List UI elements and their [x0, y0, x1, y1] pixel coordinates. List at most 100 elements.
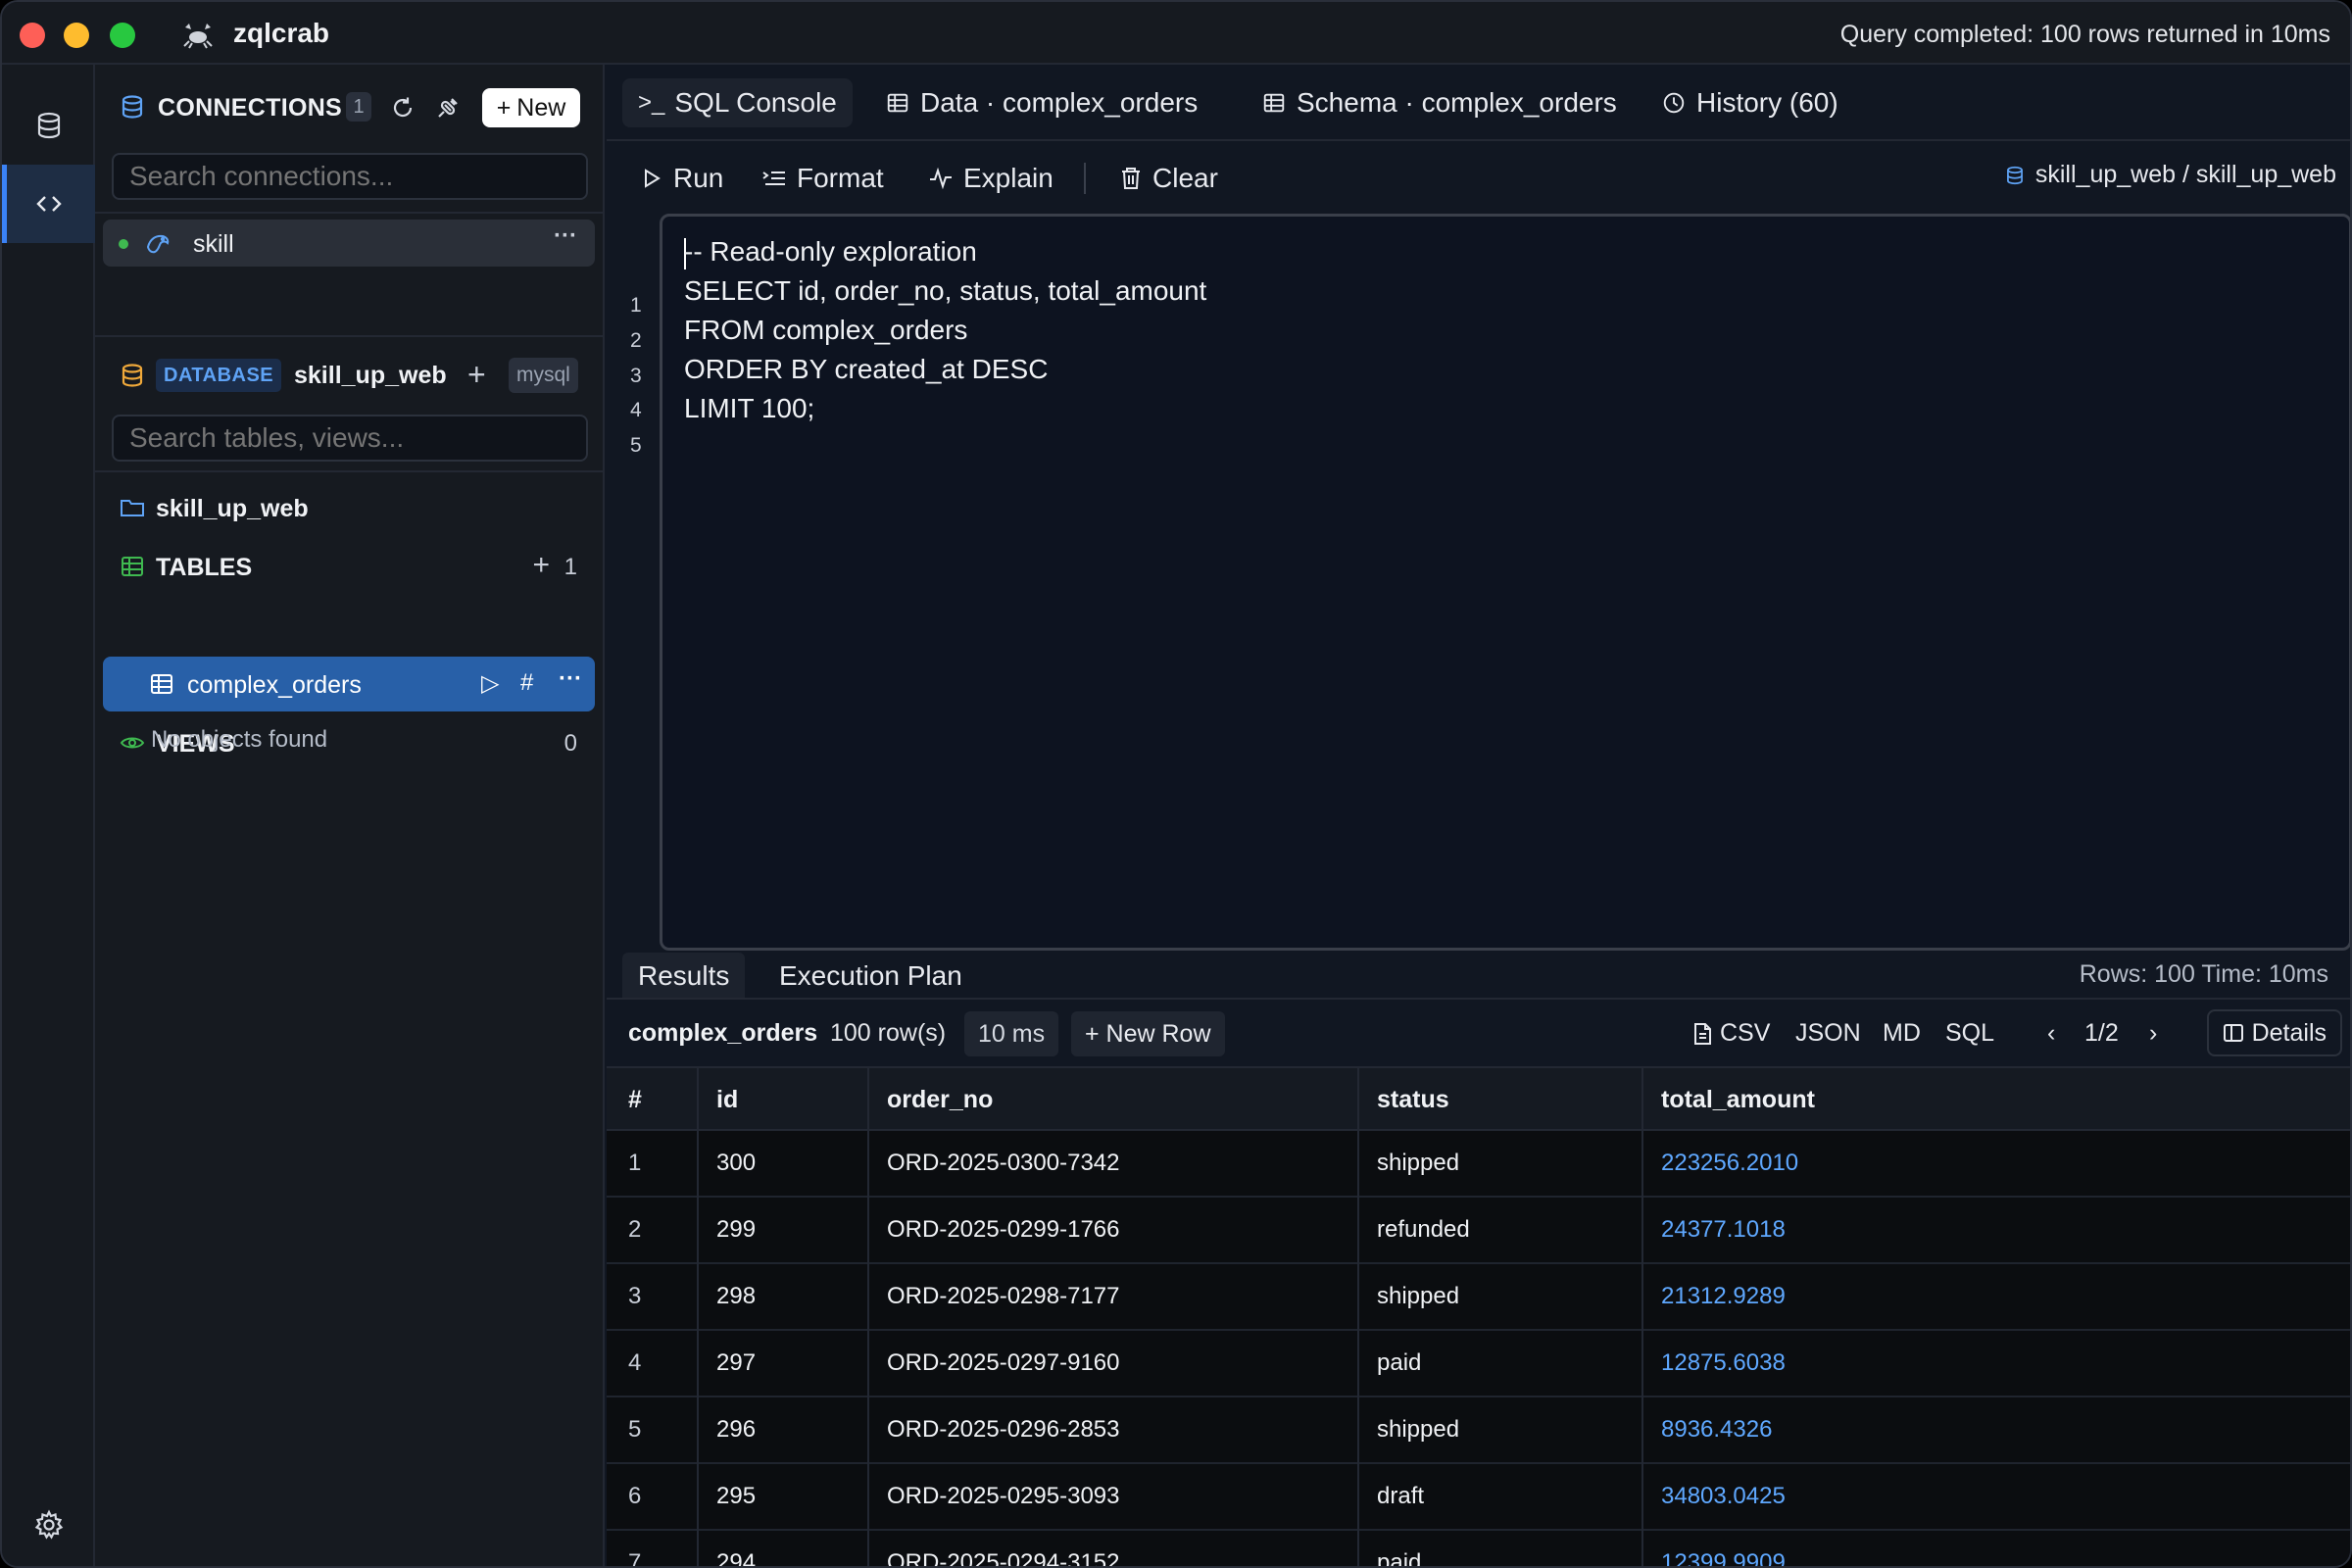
- code-line: FROM complex_orders: [684, 315, 968, 345]
- tab-execution-plan[interactable]: Execution Plan: [763, 953, 978, 998]
- title-bar: zqlcrab Query completed: 100 rows return…: [2, 2, 2350, 65]
- export-sql-button[interactable]: SQL: [1945, 1019, 1994, 1048]
- code-line: SELECT id, order_no, status, total_amoun…: [684, 275, 1207, 306]
- add-database-button[interactable]: +: [467, 357, 486, 393]
- result-toolbar: complex_orders 100 row(s) 10 ms + New Ro…: [607, 1000, 2350, 1068]
- minimize-window-button[interactable]: [64, 23, 89, 48]
- row-number: 6: [628, 1483, 642, 1509]
- connection-more-button[interactable]: ···: [548, 224, 583, 255]
- table-cell[interactable]: ORD-2025-0294-3152: [887, 1531, 1119, 1566]
- table-cell[interactable]: 294: [716, 1531, 756, 1566]
- tab-schema[interactable]: Schema · complex_orders: [1246, 78, 1633, 127]
- table-cell[interactable]: 34803.0425: [1661, 1464, 1786, 1529]
- close-window-button[interactable]: [20, 23, 45, 48]
- search-tables-input[interactable]: [112, 415, 588, 462]
- code-area[interactable]: -- Read-only exploration SELECT id, orde…: [660, 214, 2350, 951]
- table-cell[interactable]: draft: [1377, 1464, 1424, 1529]
- previous-page-button[interactable]: ‹: [2047, 1019, 2055, 1048]
- table-cell[interactable]: shipped: [1377, 1131, 1459, 1196]
- table-cell[interactable]: ORD-2025-0300-7342: [887, 1131, 1119, 1196]
- format-button[interactable]: Format: [761, 159, 884, 198]
- table-cell[interactable]: 298: [716, 1264, 756, 1329]
- column-separator[interactable]: [867, 1068, 869, 1566]
- column-header[interactable]: id: [716, 1068, 738, 1131]
- result-table-name: complex_orders: [628, 1019, 818, 1047]
- refresh-connections-button[interactable]: [387, 92, 418, 123]
- column-separator[interactable]: [697, 1068, 699, 1566]
- current-database-indicator[interactable]: skill_up_web / skill_up_web: [2004, 161, 2336, 189]
- panel-icon: [2223, 1024, 2243, 1042]
- tables-group[interactable]: TABLES + 1: [95, 543, 605, 590]
- run-button[interactable]: Run: [640, 159, 723, 198]
- tab-data[interactable]: Data · complex_orders: [869, 78, 1213, 127]
- database-icon: [122, 95, 143, 119]
- table-cell[interactable]: 295: [716, 1464, 756, 1529]
- line-number: 5: [630, 434, 642, 457]
- activity-database-button[interactable]: [2, 86, 95, 165]
- table-cell[interactable]: 8936.4326: [1661, 1397, 1772, 1462]
- column-header: #: [628, 1086, 642, 1113]
- schema-item[interactable]: skill_up_web: [95, 484, 605, 531]
- connections-title: CONNECTIONS: [158, 94, 343, 122]
- table-item-complex-orders[interactable]: complex_orders ▷ # ···: [103, 657, 595, 711]
- run-table-play-icon[interactable]: ▷: [481, 669, 499, 698]
- database-icon: [122, 364, 143, 387]
- table-cell[interactable]: 297: [716, 1331, 756, 1396]
- table-cell[interactable]: ORD-2025-0295-3093: [887, 1464, 1119, 1529]
- table-cell[interactable]: ORD-2025-0297-9160: [887, 1331, 1119, 1396]
- column-header[interactable]: total_amount: [1661, 1068, 1815, 1131]
- sidebar: CONNECTIONS 1 + New Search connections..…: [95, 65, 605, 1566]
- activity-sql-console-button[interactable]: [2, 165, 95, 243]
- connection-item-skill[interactable]: skill ···: [103, 220, 595, 267]
- table-cell[interactable]: ORD-2025-0299-1766: [887, 1198, 1119, 1262]
- tab-label: Schema · complex_orders: [1297, 87, 1617, 118]
- table-cell[interactable]: shipped: [1377, 1264, 1459, 1329]
- next-page-button[interactable]: ›: [2149, 1019, 2157, 1048]
- settings-button[interactable]: [2, 1486, 95, 1564]
- tab-results[interactable]: Results: [622, 953, 746, 998]
- table-cell[interactable]: 300: [716, 1131, 756, 1196]
- tab-sql-console[interactable]: >_ SQL Console: [622, 78, 853, 127]
- table-cell[interactable]: ORD-2025-0298-7177: [887, 1264, 1119, 1329]
- table-cell[interactable]: paid: [1377, 1531, 1421, 1566]
- column-separator[interactable]: [1357, 1068, 1359, 1566]
- table-cell[interactable]: 21312.9289: [1661, 1264, 1786, 1329]
- column-separator[interactable]: [1642, 1068, 1643, 1566]
- column-header[interactable]: order_no: [887, 1068, 993, 1131]
- connect-button[interactable]: [432, 92, 464, 123]
- result-row-count: 100 row(s): [830, 1019, 947, 1047]
- table-cell[interactable]: shipped: [1377, 1397, 1459, 1462]
- table-cell[interactable]: 12875.6038: [1661, 1331, 1786, 1396]
- new-row-button[interactable]: + New Row: [1071, 1011, 1225, 1056]
- table-hash-button[interactable]: #: [520, 669, 533, 697]
- export-json-button[interactable]: JSON: [1795, 1019, 1861, 1048]
- clear-button[interactable]: Clear: [1119, 159, 1218, 198]
- table-cell[interactable]: ORD-2025-0296-2853: [887, 1397, 1119, 1462]
- table-cell[interactable]: 223256.2010: [1661, 1131, 1798, 1196]
- schema-name: skill_up_web: [156, 495, 309, 522]
- export-md-button[interactable]: MD: [1883, 1019, 1921, 1048]
- new-connection-button[interactable]: + New: [482, 88, 580, 127]
- sql-editor[interactable]: 1 2 3 4 5 -- Read-only exploration SELEC…: [607, 214, 2350, 951]
- details-button[interactable]: Details: [2206, 1009, 2342, 1056]
- table-cell[interactable]: 24377.1018: [1661, 1198, 1786, 1262]
- table-cell[interactable]: paid: [1377, 1331, 1421, 1396]
- column-header[interactable]: status: [1377, 1068, 1449, 1131]
- add-table-button[interactable]: +: [532, 549, 550, 582]
- export-csv-button[interactable]: CSV: [1692, 1019, 1770, 1048]
- line-number-gutter: 1 2 3 4 5: [607, 214, 658, 951]
- table-cell[interactable]: refunded: [1377, 1198, 1470, 1262]
- views-count: 0: [564, 730, 577, 757]
- explain-button[interactable]: Explain: [928, 159, 1054, 198]
- table-cell[interactable]: 296: [716, 1397, 756, 1462]
- line-number: 1: [630, 294, 642, 317]
- table-cell[interactable]: 12399.9909: [1661, 1531, 1786, 1566]
- table-more-button[interactable]: ···: [553, 667, 588, 698]
- table-icon: [151, 674, 172, 694]
- refresh-icon: [393, 97, 413, 118]
- maximize-window-button[interactable]: [110, 23, 135, 48]
- table-cell[interactable]: 299: [716, 1198, 756, 1262]
- tab-history[interactable]: History (60): [1645, 78, 1854, 127]
- file-icon: [1694, 1022, 1711, 1045]
- search-connections-input[interactable]: [112, 153, 588, 200]
